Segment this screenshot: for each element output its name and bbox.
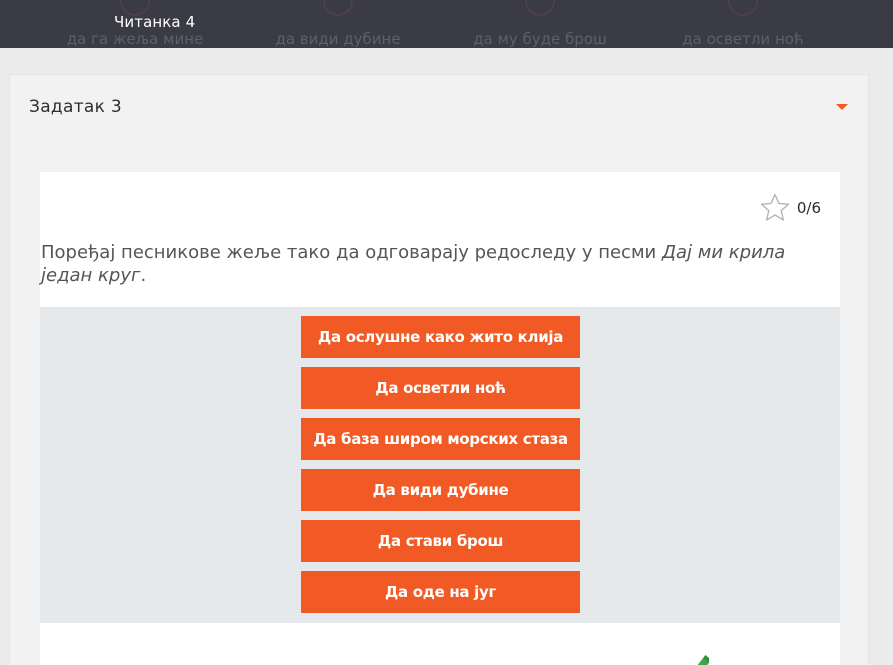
step-4[interactable]: да осветли ноћ xyxy=(613,0,873,48)
instruction-text: Поређај песникове жеље тако да одговарај… xyxy=(41,242,662,263)
pencil-check-icon[interactable] xyxy=(683,652,709,665)
score-value: 0/6 xyxy=(796,199,821,217)
task-panel: Задатак 3 0/6 Поређај песникове жеље так… xyxy=(9,74,869,665)
app-title: Читанка 4 xyxy=(114,13,196,31)
star-outline-icon[interactable] xyxy=(759,192,791,224)
sortable-item[interactable]: Да види дубине xyxy=(301,469,580,511)
score: 0/6 xyxy=(759,192,821,224)
sortable-dropzone[interactable]: Да ослушне како жито клија Да осветли но… xyxy=(40,307,840,623)
step-circle-icon xyxy=(323,0,353,16)
task-instruction: Поређај песникове жеље тако да одговарај… xyxy=(41,241,821,287)
sortable-item[interactable]: Да база широм морских стаза xyxy=(301,418,580,460)
instruction-end: . xyxy=(140,265,147,286)
sortable-item[interactable]: Да стави брош xyxy=(301,520,580,562)
step-circle-icon xyxy=(728,0,758,16)
sortable-item[interactable]: Да оде на југ xyxy=(301,571,580,613)
caret-down-icon[interactable] xyxy=(836,104,848,110)
task-card: 0/6 Поређај песникове жеље тако да одгов… xyxy=(40,172,840,665)
panel-title: Задатак 3 xyxy=(29,97,122,117)
step-circle-icon xyxy=(525,0,555,16)
sortable-item[interactable]: Да ослушне како жито клија xyxy=(301,316,580,358)
task-panel-header[interactable]: Задатак 3 xyxy=(10,75,868,141)
top-header: да га жеља мине да види дубине да му буд… xyxy=(0,0,893,48)
step-label: да осветли ноћ xyxy=(682,30,804,48)
sortable-item[interactable]: Да осветли ноћ xyxy=(301,367,580,409)
